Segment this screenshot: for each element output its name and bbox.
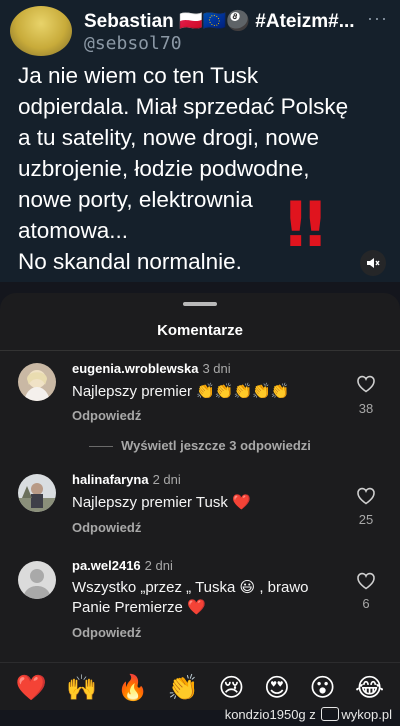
comment-time: 3 dni — [202, 361, 231, 376]
like-button[interactable] — [354, 572, 378, 595]
laughing-emoji-button[interactable]: 😂 — [355, 675, 384, 700]
reply-button[interactable]: Odpowiedź — [72, 625, 141, 640]
divider — [89, 446, 114, 448]
view-more-replies-button[interactable]: Wyświetl jeszcze 3 odpowiedzi — [0, 438, 400, 453]
drag-handle[interactable] — [183, 302, 217, 306]
reply-button[interactable]: Odpowiedź — [72, 408, 141, 423]
more-options-icon[interactable]: ··· — [367, 8, 388, 29]
tweet-text: Ja nie wiem co ten Tusk odpierdala. Miał… — [18, 60, 388, 277]
speaker-muted-icon — [367, 258, 380, 268]
tweet-line: atomowa... — [18, 218, 129, 243]
tweet-avatar — [10, 6, 72, 56]
wykop-logo-icon — [321, 707, 340, 721]
heart-outline-icon — [357, 487, 375, 505]
avatar[interactable] — [18, 561, 56, 599]
raised-hands-emoji-button[interactable]: 🙌 — [66, 675, 97, 700]
heart-outline-icon — [357, 375, 375, 393]
comment-text: Najlepszy premier 👏👏👏👏👏 — [72, 383, 290, 400]
emoji-reaction-bar: ❤️ 🙌 🔥 👏 😢 😍 😮 😂 — [0, 662, 400, 712]
tweet-video[interactable]: Sebastian 🇵🇱🇪🇺🎱 #Ateizm#... @sebsol70 ··… — [0, 0, 400, 282]
heart-eyes-emoji-button[interactable]: 😍 — [264, 675, 290, 700]
tweet-line: nowe porty, elektrownia — [18, 187, 253, 212]
tweet-line: uzbrojenie, łodzie podwodne, — [18, 156, 310, 181]
comment-username[interactable]: halinafaryna 2 dni — [72, 472, 181, 487]
avatar[interactable] — [18, 363, 56, 401]
sheet-title: Komentarze — [157, 322, 243, 339]
comment-text: Wszystko „przez „ Tuska 😃 , brawo Panie … — [72, 578, 332, 618]
double-exclamation-icon: ‼ — [286, 188, 325, 261]
fire-emoji-button[interactable]: 🔥 — [117, 675, 148, 700]
tweet-line: a tu satelity, nowe drogi, nowe — [18, 125, 320, 150]
like-count: 38 — [358, 401, 374, 416]
tweet-line: odpierdala. Miał sprzedać Polskę — [18, 94, 349, 119]
heart-outline-icon — [357, 572, 375, 590]
tweet-author-name: Sebastian 🇵🇱🇪🇺🎱 #Ateizm#... — [84, 11, 355, 32]
mute-button[interactable] — [360, 250, 386, 276]
crying-emoji-button[interactable]: 😢 — [218, 675, 244, 700]
divider — [0, 350, 400, 351]
like-button[interactable] — [354, 487, 378, 510]
heart-emoji-button[interactable]: ❤️ — [16, 675, 47, 700]
tweet-line: Ja nie wiem co ten Tusk — [18, 63, 259, 88]
comment-time: 2 dni — [144, 558, 173, 573]
like-button[interactable] — [354, 375, 378, 398]
like-count: 6 — [362, 596, 370, 611]
avatar[interactable] — [18, 474, 56, 512]
comment-text: Najlepszy premier Tusk ❤️ — [72, 494, 251, 511]
comment-username[interactable]: pa.wel2416 2 dni — [72, 558, 173, 573]
clap-emoji-button[interactable]: 👏 — [168, 675, 199, 700]
comment-username[interactable]: eugenia.wroblewska 3 dni — [72, 361, 231, 376]
comment-text-line: Panie Premierze ❤️ — [72, 599, 206, 616]
comment-time: 2 dni — [152, 472, 181, 487]
tweet-line: No skandal normalnie. — [18, 249, 242, 274]
reply-button[interactable]: Odpowiedź — [72, 520, 141, 535]
watermark: kondzio1950g z wykop.pl — [224, 707, 392, 722]
comment-text-line: Wszystko „przez „ Tuska 😃 , brawo — [72, 579, 309, 596]
tweet-author-handle: @sebsol70 — [84, 33, 182, 54]
surprised-emoji-button[interactable]: 😮 — [309, 675, 335, 700]
like-count: 25 — [358, 512, 374, 527]
